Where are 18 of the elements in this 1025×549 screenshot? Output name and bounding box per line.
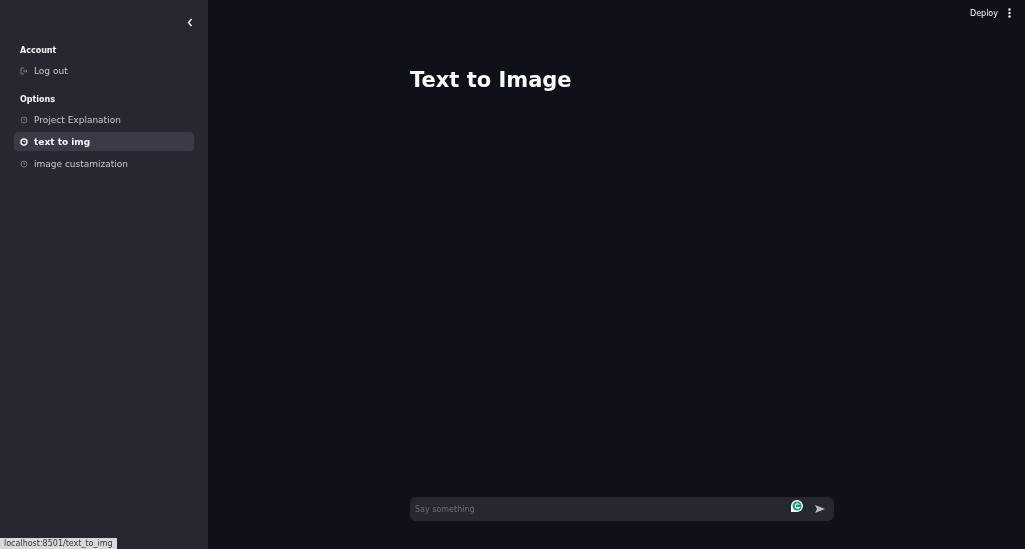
section-heading: Options bbox=[20, 95, 57, 104]
circle-icon bbox=[20, 115, 28, 124]
deploy-button[interactable]: Deploy bbox=[970, 8, 998, 18]
circle-icon bbox=[20, 159, 28, 168]
collapse-icon[interactable] bbox=[186, 17, 194, 27]
section-heading: Account bbox=[20, 46, 58, 55]
status-url: localhost:8501/text_to_img bbox=[0, 538, 117, 549]
message-field[interactable]: Say something bbox=[410, 497, 834, 521]
send-icon[interactable] bbox=[814, 504, 826, 514]
logout-icon bbox=[20, 66, 28, 75]
nav-item[interactable]: text to img bbox=[14, 132, 194, 151]
grammar-badge-icon bbox=[790, 499, 804, 513]
nav-item[interactable]: Project Explanation bbox=[14, 110, 194, 129]
page-title: Text to Image bbox=[410, 68, 573, 92]
circle-icon bbox=[20, 137, 28, 146]
logout-link[interactable]: Log out bbox=[14, 61, 194, 80]
more-icon[interactable] bbox=[1008, 8, 1011, 18]
nav-item[interactable]: image custamization bbox=[14, 154, 194, 173]
